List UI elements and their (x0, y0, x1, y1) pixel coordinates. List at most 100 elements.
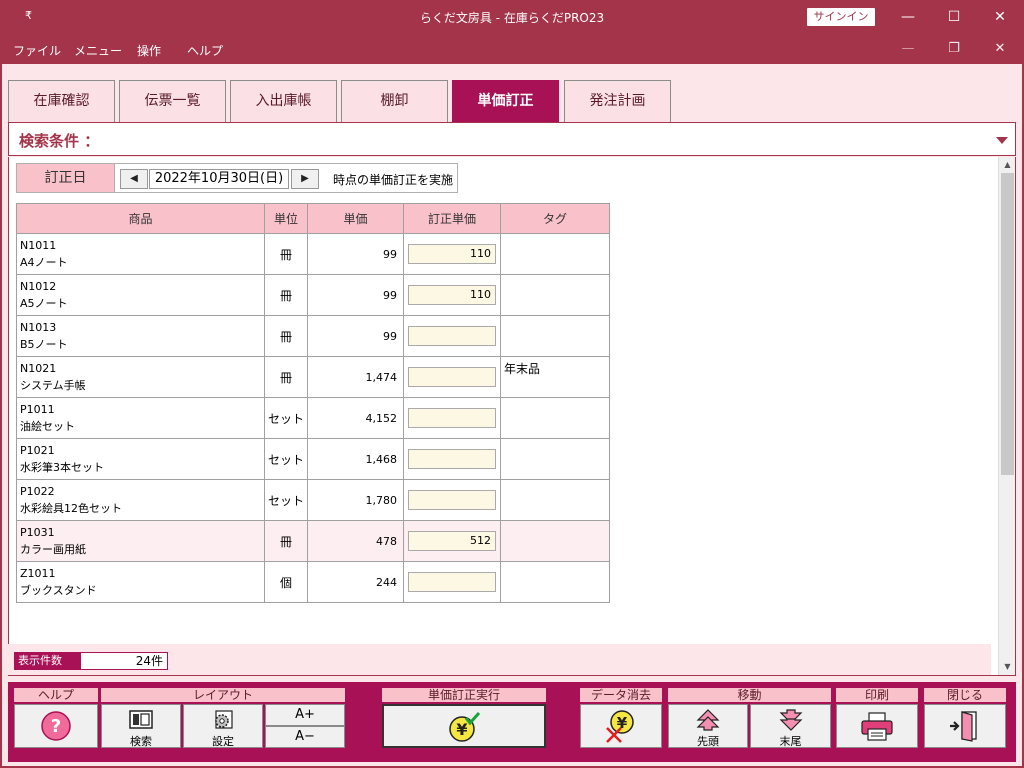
item-cell: N1013 B5ノート (16, 315, 265, 357)
menu-bar: ファイル メニュー 操作 ヘルプ (0, 36, 1024, 62)
price-table: 商品 単位 単価 訂正単価 タグ N1011 A4ノート冊 99 110 N1012 A5… (16, 203, 610, 603)
close-screen-button[interactable] (924, 704, 1006, 748)
table-row[interactable]: P1031 カラー画用紙 冊 478 512 (16, 520, 610, 562)
item-name: 水彩絵具12色セット (20, 502, 122, 515)
corrected-price-input[interactable] (408, 326, 496, 346)
header-unit[interactable]: 単位 (264, 203, 308, 234)
tag-cell[interactable] (500, 561, 610, 603)
clear-data-button[interactable]: ¥ (580, 704, 662, 748)
corrected-price-input[interactable] (408, 449, 496, 469)
correction-date-box: 訂正日 ◀ 2022年10月30日(日) ▶ 時点の単価訂正を実施 (16, 163, 458, 193)
header-corrected-price[interactable]: 訂正単価 (403, 203, 501, 234)
item-cell: N1021 システム手帳 (16, 356, 265, 398)
date-next-icon[interactable]: ▶ (291, 169, 319, 189)
tab-inventory-count[interactable]: 棚卸 (341, 80, 448, 122)
corrected-price-cell: 512 (403, 520, 501, 562)
layout-settings-button[interactable]: 設定 (183, 704, 263, 748)
price-cell: 1,468 (307, 438, 404, 480)
header-tag[interactable]: タグ (500, 203, 610, 234)
unit-cell: 冊 (264, 233, 308, 275)
correction-date-field[interactable]: 2022年10月30日(日) (149, 169, 289, 189)
execute-group-header: 単価訂正実行 (382, 688, 546, 702)
vertical-scrollbar[interactable]: ▲ ▼ (998, 157, 1015, 675)
tag-cell[interactable] (500, 520, 610, 562)
search-conditions-bar[interactable]: 検索条件 ： (8, 122, 1016, 156)
mdi-close-icon[interactable]: ✕ (985, 38, 1015, 60)
main-content: 訂正日 ◀ 2022年10月30日(日) ▶ 時点の単価訂正を実施 商品 単位 … (8, 157, 1016, 675)
table-row[interactable]: Z1011 ブックスタンド 個 244 (16, 561, 610, 603)
scroll-down-icon[interactable]: ▼ (999, 659, 1016, 675)
menu-menu[interactable]: メニュー (74, 42, 122, 59)
header-price[interactable]: 単価 (307, 203, 404, 234)
help-button[interactable]: ? (14, 704, 98, 748)
execute-price-correction-button[interactable]: ¥ (382, 704, 546, 748)
date-prev-icon[interactable]: ◀ (120, 169, 148, 189)
maximize-icon[interactable]: ☐ (931, 4, 977, 30)
table-row[interactable]: N1011 A4ノート 冊 99 110 (16, 233, 610, 275)
corrected-price-input[interactable]: 110 (408, 285, 496, 305)
corrected-price-input[interactable]: 110 (408, 244, 496, 264)
item-cell: P1011 油絵セット (16, 397, 265, 439)
signin-button[interactable]: サインイン (807, 8, 875, 26)
item-code: P1021 (20, 444, 55, 457)
scroll-up-icon[interactable]: ▲ (999, 157, 1016, 173)
table-row[interactable]: N1013 B5ノート 冊 99 (16, 315, 610, 357)
corrected-price-input[interactable] (408, 490, 496, 510)
tag-cell[interactable] (500, 479, 610, 521)
tab-stock-check[interactable]: 在庫確認 (8, 80, 115, 122)
item-code: N1011 (20, 239, 57, 252)
menu-file[interactable]: ファイル (13, 42, 61, 59)
svg-text:¥: ¥ (456, 720, 467, 739)
menu-help[interactable]: ヘルプ (187, 42, 223, 59)
move-first-button[interactable]: 先頭 (668, 704, 748, 748)
layout-settings-label: 設定 (212, 735, 234, 748)
unit-cell: セット (264, 479, 308, 521)
move-last-button[interactable]: 末尾 (750, 704, 831, 748)
mdi-minimize-icon[interactable]: — (893, 38, 923, 60)
corrected-price-input[interactable]: 512 (408, 531, 496, 551)
tag-cell[interactable] (500, 315, 610, 357)
corrected-price-cell: 110 (403, 233, 501, 275)
corrected-price-input[interactable] (408, 367, 496, 387)
close-icon[interactable]: ✕ (977, 4, 1023, 30)
print-group-header: 印刷 (836, 688, 918, 702)
font-decrease-button[interactable]: A− (265, 726, 345, 748)
tab-inout-ledger[interactable]: 入出庫帳 (230, 80, 337, 122)
corrected-price-cell: 110 (403, 274, 501, 316)
tag-cell[interactable] (500, 397, 610, 439)
tab-slip-list[interactable]: 伝票一覧 (119, 80, 226, 122)
scrollbar-thumb[interactable] (1001, 173, 1014, 475)
corrected-price-input[interactable] (408, 572, 496, 592)
tab-price-correction[interactable]: 単価訂正 (452, 80, 559, 122)
item-name: 水彩筆3本セット (20, 461, 104, 474)
table-row[interactable]: N1021 システム手帳 冊 1,474 年末品 (16, 356, 610, 398)
corrected-price-input[interactable] (408, 408, 496, 428)
record-count-value: 24件 (80, 652, 168, 670)
yen-delete-icon: ¥ (606, 710, 634, 743)
price-cell: 99 (307, 274, 404, 316)
tag-cell[interactable]: 年末品 (500, 356, 610, 398)
tab-order-plan[interactable]: 発注計画 (564, 80, 671, 122)
tag-cell[interactable] (500, 274, 610, 316)
mdi-restore-icon[interactable]: ❐ (939, 38, 969, 60)
search-conditions-label: 検索条件 ： (19, 132, 100, 150)
table-row[interactable]: P1011 油絵セット セット 4,152 (16, 397, 610, 439)
layout-search-button[interactable]: 検索 (101, 704, 181, 748)
minimize-icon[interactable]: — (885, 4, 931, 30)
table-row[interactable]: N1012 A5ノート 冊 99 110 (16, 274, 610, 316)
font-increase-button[interactable]: A+ (265, 704, 345, 726)
table-row[interactable]: P1021 水彩筆3本セット セット 1,468 (16, 438, 610, 480)
header-item[interactable]: 商品 (16, 203, 265, 234)
table-row[interactable]: P1022 水彩絵具12色セット セット 1,780 (16, 479, 610, 521)
corrected-price-cell (403, 561, 501, 603)
tag-cell[interactable] (500, 438, 610, 480)
print-button[interactable] (836, 704, 918, 748)
menu-operation[interactable]: 操作 (137, 42, 161, 59)
correction-date-suffix: 時点の単価訂正を実施 (333, 173, 454, 187)
expand-triangle-icon[interactable] (996, 137, 1008, 144)
tag-cell[interactable] (500, 233, 610, 275)
unit-cell: セット (264, 438, 308, 480)
settings-gear-icon (215, 710, 233, 729)
item-name: A5ノート (20, 297, 68, 310)
move-first-label: 先頭 (697, 735, 719, 748)
